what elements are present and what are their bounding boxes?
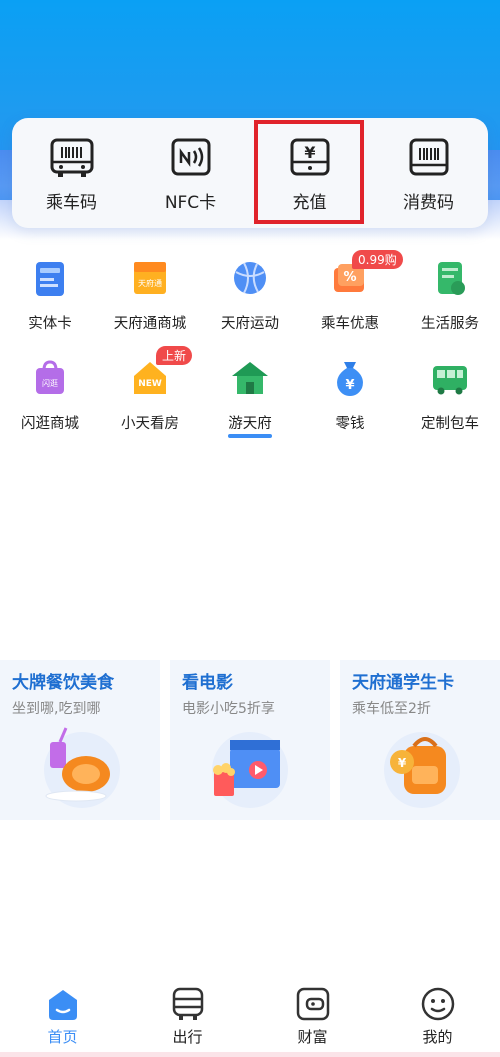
discount-badge: 0.99购 — [352, 250, 403, 269]
service-label: 天府通商城 — [113, 316, 187, 332]
promo-title: 天府通学生卡 — [352, 673, 454, 693]
service-label: 乘车优惠 — [321, 316, 379, 332]
page-indicator — [228, 434, 272, 438]
svg-text:¥: ¥ — [345, 378, 354, 393]
life-service-icon — [430, 258, 470, 298]
nfc-icon — [169, 138, 213, 178]
food-icon — [30, 722, 130, 812]
quick-action-label: 充值 — [292, 193, 327, 213]
bus-qr-button[interactable]: 乘车码 — [12, 118, 131, 228]
card-icon — [30, 258, 70, 298]
service-life[interactable]: 生活服务 — [400, 250, 500, 350]
service-grid: 实体卡 天府通 天府通商城 天府运动 % 0.99购 乘车优惠 生活服务 闪逛 … — [0, 250, 500, 450]
quick-action-label: 消费码 — [403, 193, 454, 213]
service-label: 闪逛商城 — [21, 416, 79, 432]
bus-qr-icon — [50, 138, 94, 178]
tab-wealth[interactable]: 财富 — [250, 978, 375, 1057]
quick-action-label: 乘车码 — [46, 193, 97, 213]
promo-card[interactable]: 大牌餐饮美食 坐到哪,吃到哪 — [0, 660, 160, 820]
wallet-icon — [295, 986, 331, 1022]
service-sports[interactable]: 天府运动 — [200, 250, 300, 350]
tab-label: 我的 — [422, 1028, 453, 1046]
tab-label: 出行 — [172, 1028, 203, 1046]
service-label: 生活服务 — [421, 316, 479, 332]
service-row: 实体卡 天府通 天府通商城 天府运动 % 0.99购 乘车优惠 生活服务 — [0, 250, 500, 350]
service-label: 小天看房 — [121, 416, 179, 432]
mall-icon-text: 天府通 — [138, 278, 162, 288]
svg-text:¥: ¥ — [304, 143, 315, 162]
tab-mine[interactable]: 我的 — [375, 978, 500, 1057]
house-new-icon-text: NEW — [138, 379, 162, 389]
money-bag-icon: ¥ — [330, 358, 370, 398]
payment-code-button[interactable]: 消费码 — [369, 118, 488, 228]
tab-label: 财富 — [297, 1028, 328, 1046]
tab-label: 首页 — [47, 1028, 78, 1046]
service-ride-discount[interactable]: % 0.99购 乘车优惠 — [300, 250, 403, 350]
svg-text:¥: ¥ — [398, 756, 407, 770]
promo-card[interactable]: 看电影 电影小吃5折享 — [170, 660, 330, 820]
service-label: 实体卡 — [28, 316, 72, 332]
sports-ball-icon — [230, 258, 270, 298]
promo-card[interactable]: 天府通学生卡 乘车低至2折 ¥ — [340, 660, 500, 820]
shopping-bag-icon: 闪逛 — [30, 358, 70, 398]
promo-title: 看电影 — [182, 673, 233, 693]
profile-icon — [420, 986, 456, 1022]
nfc-card-button[interactable]: NFC卡 — [131, 118, 250, 228]
home-icon — [45, 986, 81, 1022]
movie-icon — [200, 722, 300, 812]
bottom-tab-bar: 首页 出行 财富 我的 — [0, 978, 500, 1057]
flash-mall-icon-text: 闪逛 — [42, 378, 58, 388]
service-physical-card[interactable]: 实体卡 — [0, 250, 100, 350]
promo-title: 大牌餐饮美食 — [12, 673, 114, 693]
service-house-view[interactable]: NEW 上新 小天看房 — [100, 346, 200, 450]
tab-home[interactable]: 首页 — [0, 978, 125, 1057]
new-badge: 上新 — [156, 346, 193, 365]
barcode-icon — [407, 138, 451, 178]
service-label: 零钱 — [335, 416, 365, 432]
service-label: 游天府 — [228, 416, 272, 432]
tourism-house-icon — [230, 358, 270, 398]
promo-subtitle: 乘车低至2折 — [352, 701, 431, 717]
tab-travel[interactable]: 出行 — [125, 978, 250, 1057]
quick-action-label: NFC卡 — [164, 193, 217, 213]
quick-actions-card: 乘车码 NFC卡 ¥ 充值 消费码 — [12, 118, 488, 228]
promo-subtitle: 电影小吃5折享 — [182, 701, 275, 717]
promo-section: 大牌餐饮美食 坐到哪,吃到哪 看电影 电影小吃5折享 天府通学生卡 乘车低至2折… — [0, 660, 500, 820]
mall-icon: 天府通 — [130, 258, 170, 298]
custom-bus-icon — [430, 358, 470, 398]
bus-icon — [170, 986, 206, 1022]
student-bag-icon: ¥ — [370, 722, 470, 812]
service-mall[interactable]: 天府通 天府通商城 — [100, 250, 200, 350]
service-custom-bus[interactable]: 定制包车 — [400, 350, 500, 450]
promo-subtitle: 坐到哪,吃到哪 — [12, 701, 101, 717]
svg-text:%: % — [343, 270, 356, 285]
bottom-strip — [0, 1052, 500, 1057]
service-label: 定制包车 — [421, 416, 479, 432]
service-label: 天府运动 — [221, 316, 279, 332]
recharge-yen-icon: ¥ — [288, 138, 332, 178]
service-flash-mall[interactable]: 闪逛 闪逛商城 — [0, 350, 100, 450]
service-change[interactable]: ¥ 零钱 — [300, 350, 400, 450]
recharge-button[interactable]: ¥ 充值 — [250, 118, 369, 228]
